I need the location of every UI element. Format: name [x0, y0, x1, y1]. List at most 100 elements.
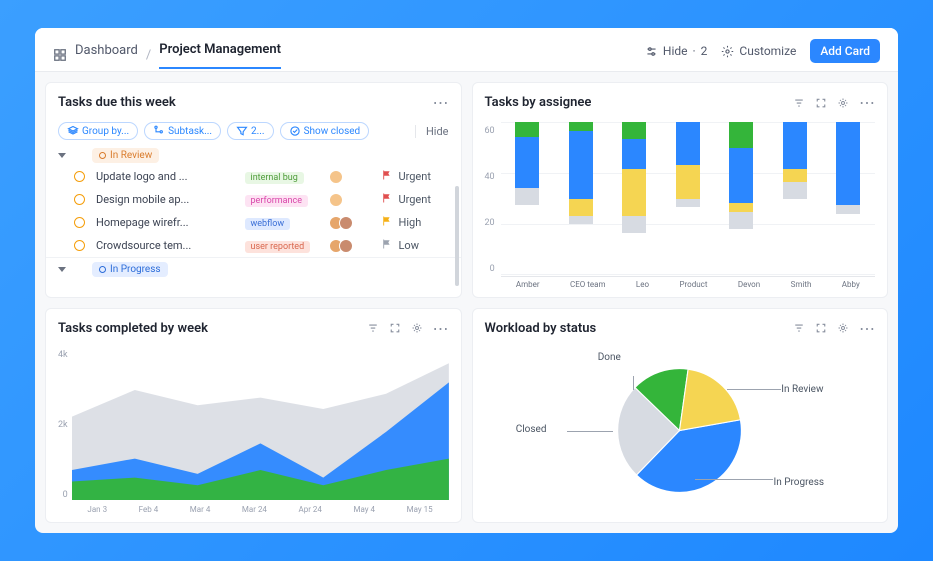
task-tag[interactable]: internal bug: [245, 170, 325, 184]
card-title: Tasks due this week: [58, 95, 176, 110]
avatar[interactable]: [339, 239, 353, 253]
task-name: Update logo and ...: [96, 170, 241, 183]
filter-pill[interactable]: 2...: [227, 122, 274, 140]
filter-icon[interactable]: [793, 97, 805, 109]
flag-icon[interactable]: [381, 192, 395, 207]
check-circle-icon: [289, 125, 301, 137]
customize-button[interactable]: Customize: [721, 44, 796, 58]
area-x-axis: Jan 3Feb 4Mar 4Mar 24Apr 24May 4May 15: [72, 505, 449, 514]
card-tasks-completed: Tasks completed by week ⋯ 4k2k0 Jan 3Feb…: [45, 308, 462, 524]
gear-icon: [721, 45, 734, 58]
table-row[interactable]: Crowdsource tem... user reported Low: [46, 234, 461, 257]
subtask-label: Subtask...: [168, 126, 212, 137]
bar[interactable]: [783, 122, 807, 274]
subtask-icon: [153, 125, 165, 137]
group-in-review[interactable]: In Review: [92, 148, 159, 163]
priority-label: Urgent: [399, 170, 449, 183]
bar-chart: 6040200 AmberCEO teamLeoProductDevonSmit…: [485, 122, 876, 289]
task-name: Homepage wirefr...: [96, 216, 241, 229]
group-row-review: In Review: [46, 146, 461, 165]
bar[interactable]: [729, 122, 753, 274]
group-in-progress-label: In Progress: [110, 264, 161, 275]
caret-icon[interactable]: [58, 153, 66, 158]
assignee-avatars[interactable]: [329, 239, 377, 253]
bar[interactable]: [622, 122, 646, 274]
expand-icon[interactable]: [815, 322, 827, 334]
status-circle-icon[interactable]: [74, 194, 85, 205]
pie-chart: In ProgressClosedDoneIn Review: [485, 348, 876, 515]
expand-icon[interactable]: [389, 322, 401, 334]
table-row[interactable]: Update logo and ... internal bug Urgent: [46, 165, 461, 188]
subtask-pill[interactable]: Subtask...: [144, 122, 221, 140]
card-title: Workload by status: [485, 321, 597, 336]
area-plot: [72, 348, 449, 501]
status-dot-icon: [99, 152, 106, 159]
bar[interactable]: [836, 122, 860, 274]
more-icon[interactable]: ⋯: [859, 319, 875, 338]
breadcrumb: Dashboard / Project Management: [53, 42, 281, 68]
expand-icon[interactable]: [815, 97, 827, 109]
priority-label: Low: [399, 239, 449, 252]
assignee-avatars[interactable]: [329, 193, 377, 207]
area-chart: 4k2k0 Jan 3Feb 4Mar 4Mar 24Apr 24May 4Ma…: [58, 348, 449, 515]
bar[interactable]: [569, 122, 593, 274]
caret-icon[interactable]: [58, 267, 66, 272]
status-circle-icon[interactable]: [74, 171, 85, 182]
gear-icon[interactable]: [837, 97, 849, 109]
gear-icon[interactable]: [837, 322, 849, 334]
task-tag[interactable]: performance: [245, 193, 325, 207]
sliders-icon: [645, 45, 658, 58]
filter-icon[interactable]: [367, 322, 379, 334]
header: Dashboard / Project Management Hide · 2 …: [35, 28, 898, 72]
header-actions: Hide · 2 Customize Add Card: [645, 39, 880, 71]
table-row[interactable]: Homepage wirefr... webflow High: [46, 211, 461, 234]
hide-count: 2: [701, 44, 708, 58]
group-by-pill[interactable]: Group by...: [58, 122, 138, 140]
bar[interactable]: [676, 122, 700, 274]
task-list: In Review Update logo and ... internal b…: [46, 146, 461, 279]
avatar[interactable]: [329, 170, 343, 184]
more-icon[interactable]: ⋯: [433, 93, 449, 112]
assignee-avatars[interactable]: [329, 216, 377, 230]
task-name: Design mobile ap...: [96, 193, 241, 206]
status-circle-icon[interactable]: [74, 217, 85, 228]
filter-icon[interactable]: [793, 322, 805, 334]
avatar[interactable]: [329, 193, 343, 207]
flag-icon[interactable]: [381, 238, 395, 253]
task-tag[interactable]: webflow: [245, 216, 325, 230]
breadcrumb-root[interactable]: Dashboard: [75, 43, 138, 68]
task-tag[interactable]: user reported: [245, 239, 325, 253]
bar-y-axis: 6040200: [485, 122, 495, 289]
priority-label: High: [399, 216, 449, 229]
scrollbar[interactable]: [455, 186, 459, 286]
filter-icon: [236, 125, 248, 137]
more-icon[interactable]: ⋯: [859, 93, 875, 112]
bar-x-axis: AmberCEO teamLeoProductDevonSmithAbby: [501, 277, 875, 289]
card-tasks-assignee: Tasks by assignee ⋯ 6040200 AmberCEO tea…: [472, 82, 889, 298]
stack-icon: [67, 125, 79, 137]
card-tasks-due: Tasks due this week ⋯ Group by... Subtas…: [45, 82, 462, 298]
gear-icon[interactable]: [411, 322, 423, 334]
assignee-avatars[interactable]: [329, 170, 377, 184]
breadcrumb-current[interactable]: Project Management: [159, 42, 281, 69]
status-circle-icon[interactable]: [74, 240, 85, 251]
dashboard-icon: [53, 48, 67, 62]
flag-icon[interactable]: [381, 215, 395, 230]
hide-sep: ·: [693, 44, 696, 58]
group-in-progress[interactable]: In Progress: [92, 262, 168, 277]
hide-columns-button[interactable]: Hide: [415, 125, 449, 138]
more-icon[interactable]: ⋯: [433, 319, 449, 338]
avatar[interactable]: [339, 216, 353, 230]
customize-label: Customize: [739, 44, 796, 58]
app-window: Dashboard / Project Management Hide · 2 …: [35, 28, 898, 533]
card-title: Tasks by assignee: [485, 95, 592, 110]
flag-icon[interactable]: [381, 169, 395, 184]
card-title: Tasks completed by week: [58, 321, 208, 336]
table-row[interactable]: Design mobile ap... performance Urgent: [46, 188, 461, 211]
add-card-button[interactable]: Add Card: [810, 39, 880, 63]
hide-button[interactable]: Hide · 2: [645, 44, 708, 58]
filter-label: 2...: [251, 126, 265, 137]
show-closed-pill[interactable]: Show closed: [280, 122, 370, 140]
priority-label: Urgent: [399, 193, 449, 206]
bar[interactable]: [515, 122, 539, 274]
